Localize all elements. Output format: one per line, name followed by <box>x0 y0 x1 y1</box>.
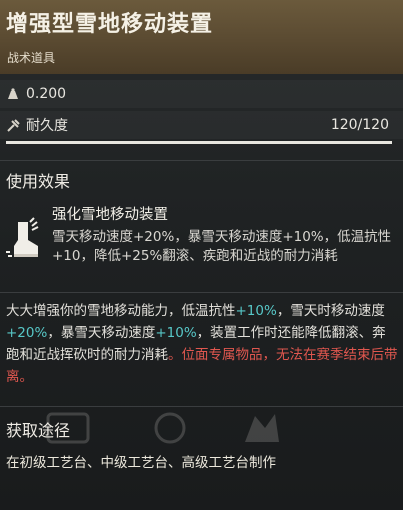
desc-text: ，暴雪天移动速度 <box>47 325 156 341</box>
effects-section-title: 使用效果 <box>6 172 71 191</box>
weight-value: 0.200 <box>26 86 67 102</box>
ghost-item-icon <box>154 412 186 444</box>
weight-icon <box>6 87 20 101</box>
durability-bar-fill <box>6 141 392 144</box>
ghost-item-icon <box>245 414 279 442</box>
effect-description: 雪天移动速度+20%，暴雪天移动速度+10%，低温抗性+10，降低+25%翻滚、… <box>52 229 392 264</box>
weight-row: 0.200 <box>0 80 403 108</box>
durability-value: 120/120 <box>330 117 389 133</box>
item-description: 大大增强你的雪地移动能力，低温抗性+10%，雪天时移动速度+20%，暴雪天移动速… <box>6 300 398 388</box>
divider <box>0 160 403 161</box>
durability-bar <box>6 141 392 144</box>
desc-highlight: +10% <box>155 325 197 341</box>
desc-highlight: +10% <box>235 303 277 319</box>
durability-label: 耐久度 <box>26 118 68 134</box>
desc-text: 大大增强你的雪地移动能力，低温抗性 <box>6 303 236 319</box>
snow-boot-icon <box>4 216 44 260</box>
obtain-text: 在初级工艺台、中级工艺台、高级工艺台制作 <box>6 455 276 471</box>
divider <box>0 406 403 407</box>
divider <box>0 292 403 293</box>
item-category: 战术道具 <box>7 51 56 65</box>
durability-icon <box>6 118 20 132</box>
item-title: 增强型雪地移动装置 <box>6 12 214 37</box>
item-header: 增强型雪地移动装置 战术道具 <box>0 0 403 75</box>
obtain-section-title: 获取途径 <box>6 421 71 440</box>
effect-name: 强化雪地移动装置 <box>52 207 168 223</box>
durability-row: 耐久度 120/120 <box>0 111 403 139</box>
desc-text: ，雪天时移动速度 <box>276 303 385 319</box>
desc-highlight: +20% <box>6 325 48 341</box>
